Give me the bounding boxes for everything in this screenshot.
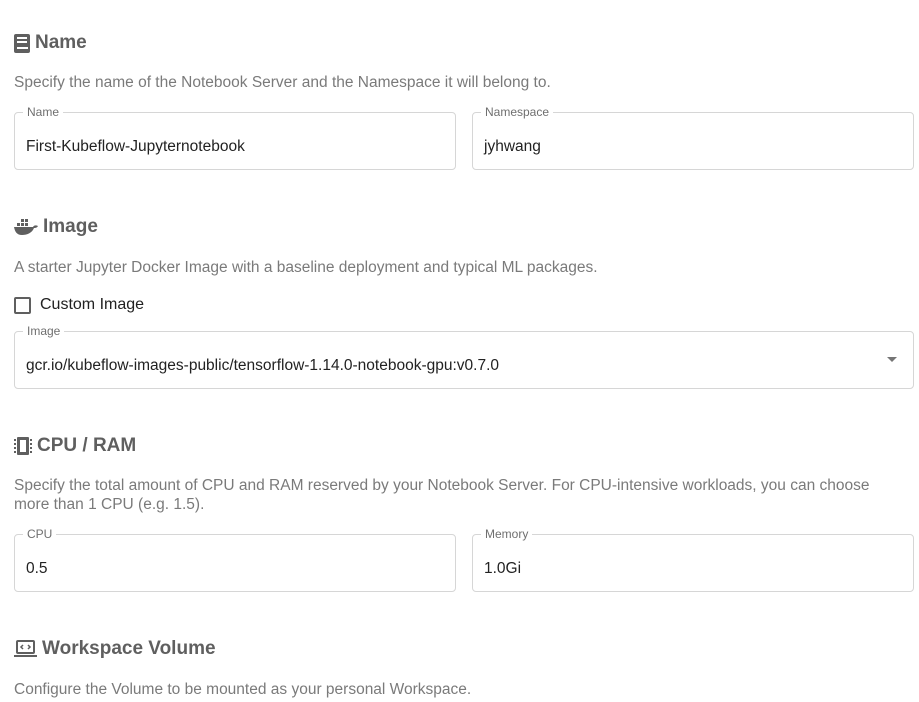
custom-image-checkbox[interactable]: [14, 296, 31, 314]
image-section-description: A starter Jupyter Docker Image with a ba…: [14, 259, 598, 276]
image-section-heading: Image: [43, 216, 98, 237]
chip-icon: [14, 436, 32, 456]
name-section-description: Specify the name of the Notebook Server …: [14, 74, 551, 91]
book-icon: [14, 33, 30, 53]
name-field-value[interactable]: First-Kubeflow-Jupyternotebook: [26, 137, 245, 156]
image-select-label: Image: [23, 324, 65, 338]
namespace-field-value[interactable]: jyhwang: [484, 137, 541, 156]
cpu-section-title: CPU / RAM: [14, 435, 136, 457]
namespace-field-label: Namespace: [481, 105, 554, 119]
cpu-section-description-line2: more than 1 CPU (e.g. 1.5).: [14, 496, 205, 513]
workspace-section-title: Workspace Volume: [14, 638, 216, 660]
cpu-field-label: CPU: [23, 527, 57, 541]
workspace-section-heading: Workspace Volume: [42, 638, 216, 659]
name-field-label: Name: [23, 105, 64, 119]
cpu-section-heading: CPU / RAM: [37, 435, 137, 456]
dropdown-arrow-icon[interactable]: [887, 357, 897, 362]
name-section-heading: Name: [35, 32, 87, 53]
laptop-icon: [14, 640, 37, 658]
image-select-value[interactable]: gcr.io/kubeflow-images-public/tensorflow…: [26, 356, 499, 375]
name-field[interactable]: Name First-Kubeflow-Jupyternotebook: [14, 105, 456, 170]
memory-field-label: Memory: [481, 527, 533, 541]
cpu-field[interactable]: CPU 0.5: [14, 527, 456, 592]
name-section-title: Name: [14, 32, 87, 54]
image-select[interactable]: Image gcr.io/kubeflow-images-public/tens…: [14, 324, 914, 389]
image-section-title: Image: [14, 216, 98, 238]
custom-image-label[interactable]: Custom Image: [40, 296, 144, 314]
custom-image-checkbox-row[interactable]: Custom Image: [14, 296, 144, 314]
memory-field[interactable]: Memory 1.0Gi: [472, 527, 914, 592]
workspace-section-description: Configure the Volume to be mounted as yo…: [14, 681, 472, 698]
cpu-field-value[interactable]: 0.5: [26, 559, 48, 578]
memory-field-value[interactable]: 1.0Gi: [484, 559, 521, 578]
docker-icon: [14, 218, 38, 236]
cpu-section-description-line1: Specify the total amount of CPU and RAM …: [14, 477, 870, 494]
namespace-field[interactable]: Namespace jyhwang: [472, 105, 914, 170]
